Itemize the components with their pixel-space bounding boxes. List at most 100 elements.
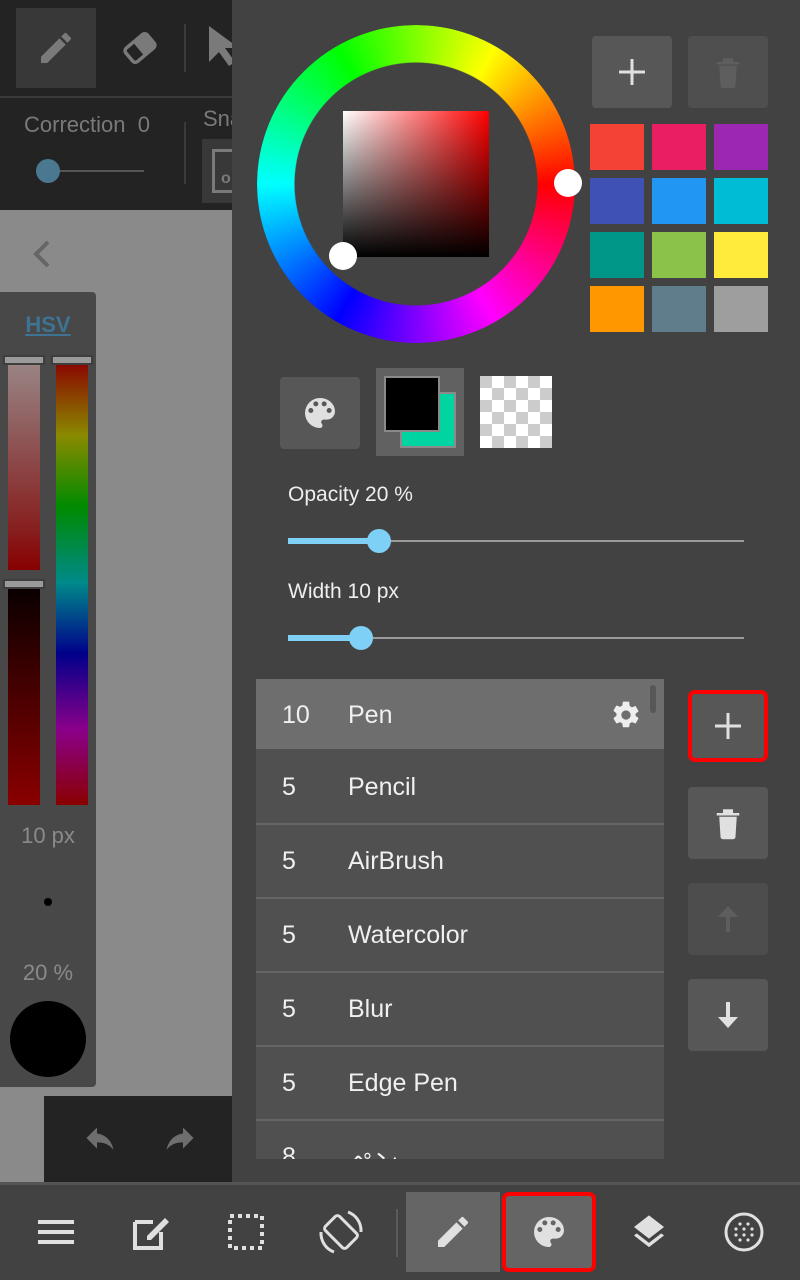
menu-icon	[38, 1220, 74, 1244]
color-swatch[interactable]	[714, 124, 768, 170]
color-swatch[interactable]	[590, 124, 644, 170]
nav-selection-button[interactable]	[199, 1192, 293, 1272]
eraser-icon	[123, 31, 157, 65]
color-swatch[interactable]	[652, 178, 706, 224]
add-swatch-button[interactable]	[592, 36, 672, 108]
color-swatch[interactable]	[714, 178, 768, 224]
trash-icon	[716, 58, 740, 89]
delete-swatch-button[interactable]	[688, 36, 768, 108]
toolbar-divider	[184, 24, 186, 72]
brush-list-item[interactable]: 10 Pen	[256, 679, 664, 751]
brush-list-item[interactable]: 5 Edge Pen	[256, 1047, 664, 1121]
width-slider-thumb[interactable]	[348, 626, 373, 650]
current-color-preview[interactable]	[10, 1001, 86, 1077]
color-swatch[interactable]	[652, 232, 706, 278]
nav-color-button[interactable]	[502, 1192, 596, 1272]
hue-handle[interactable]	[51, 355, 93, 365]
foreground-color-swatch[interactable]	[384, 376, 440, 432]
collapse-panel-button[interactable]	[26, 234, 56, 274]
trash-icon	[716, 809, 740, 840]
undo-redo-bar	[44, 1096, 232, 1182]
opacity-slider[interactable]	[288, 529, 744, 553]
palette-icon	[305, 398, 335, 428]
tool-pen-button[interactable]	[16, 8, 96, 88]
color-swatch[interactable]	[714, 286, 768, 332]
nav-menu-button[interactable]	[9, 1192, 103, 1272]
move-brush-up-button[interactable]	[688, 883, 768, 955]
nav-material-button[interactable]	[697, 1192, 791, 1272]
brush-list-item[interactable]: 5 Pencil	[256, 751, 664, 825]
add-brush-button[interactable]	[688, 690, 768, 762]
brush-size-preview	[44, 898, 52, 906]
nav-brush-button[interactable]	[406, 1192, 500, 1272]
nav-divider	[396, 1209, 398, 1257]
brush-name: Pen	[348, 701, 393, 729]
brush-list[interactable]: 10 Pen 5 Pencil 5 AirBrush 5 Watercolor 5 Blur 5 Ed…	[256, 679, 664, 1159]
color-swatch[interactable]	[590, 178, 644, 224]
palette-button[interactable]	[280, 377, 360, 449]
plus-icon	[619, 59, 645, 85]
swatch-grid	[590, 124, 770, 332]
brush-list-item[interactable]: 5 Blur	[256, 973, 664, 1047]
delete-brush-button[interactable]	[688, 787, 768, 859]
brush-size: 5	[282, 773, 296, 801]
color-swatch[interactable]	[652, 124, 706, 170]
brush-size: 10	[282, 701, 310, 729]
rotate-icon	[319, 1210, 363, 1254]
redo-button[interactable]	[160, 1120, 200, 1156]
brush-size: 5	[282, 921, 296, 949]
brush-name: Pencil	[348, 773, 417, 801]
brush-list-item[interactable]: 5 Watercolor	[256, 899, 664, 973]
layers-icon	[634, 1215, 664, 1248]
opacity-readout: 20 %	[22, 960, 74, 985]
correction-slider[interactable]	[48, 170, 144, 172]
plus-icon	[715, 713, 741, 739]
width-label: Width 10 px	[288, 580, 399, 603]
value-bar[interactable]	[8, 580, 40, 805]
value-handle[interactable]	[3, 579, 45, 589]
nav-rotate-button[interactable]	[294, 1192, 388, 1272]
brush-size-readout: 10 px	[21, 823, 75, 848]
color-swatch[interactable]	[652, 286, 706, 332]
correction-slider-thumb[interactable]	[36, 159, 60, 183]
halftone-icon	[724, 1212, 764, 1252]
gear-icon[interactable]	[610, 699, 642, 731]
tool-select-button[interactable]	[205, 22, 235, 72]
arrow-down-icon	[718, 1002, 738, 1028]
move-brush-down-button[interactable]	[688, 979, 768, 1051]
tool-eraser-button[interactable]	[100, 8, 180, 88]
brush-list-item[interactable]: 8 ペン	[256, 1121, 664, 1159]
cursor-icon	[209, 26, 235, 66]
color-wheel[interactable]	[257, 25, 582, 343]
saturation-value-square[interactable]	[343, 111, 489, 257]
chevron-left-icon	[33, 240, 50, 268]
opacity-label: Opacity 20 %	[288, 483, 413, 506]
pencil-icon	[438, 1216, 469, 1247]
brush-name: Edge Pen	[348, 1069, 458, 1097]
nav-layers-button[interactable]	[602, 1192, 696, 1272]
foreground-background-colors[interactable]	[376, 368, 464, 456]
hsv-mode-toggle[interactable]: HSV	[0, 312, 96, 338]
saturation-value-knob[interactable]	[329, 242, 357, 270]
width-slider[interactable]	[288, 626, 744, 650]
hue-bar[interactable]	[56, 360, 88, 805]
brush-list-scrollbar[interactable]	[650, 685, 656, 713]
color-swatch[interactable]	[590, 232, 644, 278]
hue-knob[interactable]	[554, 169, 582, 197]
saturation-bar[interactable]	[8, 360, 40, 570]
color-swatch[interactable]	[714, 232, 768, 278]
color-swatch[interactable]	[590, 286, 644, 332]
hsv-panel: HSV 10 px 20 %	[0, 292, 96, 1087]
brush-name: Watercolor	[348, 921, 468, 949]
brush-name: ペン	[348, 1143, 398, 1159]
nav-edit-button[interactable]	[104, 1192, 198, 1272]
brush-list-item[interactable]: 5 AirBrush	[256, 825, 664, 899]
undo-button[interactable]	[80, 1120, 120, 1156]
color-brush-panel: Opacity 20 % Width 10 px 10 Pen 5 Pencil 5 Ai…	[232, 0, 800, 1182]
saturation-handle[interactable]	[3, 355, 45, 365]
pencil-icon	[41, 32, 72, 63]
redo-icon	[166, 1127, 194, 1150]
opacity-slider-thumb[interactable]	[367, 529, 392, 553]
transparent-color-button[interactable]	[480, 376, 552, 448]
brush-size: 5	[282, 1069, 296, 1097]
